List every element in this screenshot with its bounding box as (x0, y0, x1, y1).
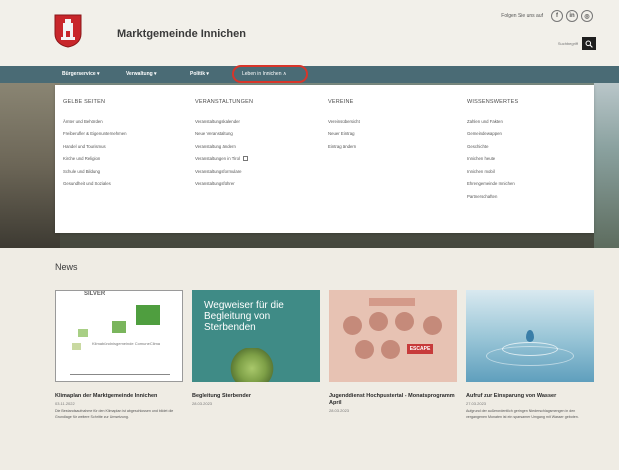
mega-menu-dropdown: GELBE SEITEN Ämter und Behörden Freiberu… (55, 85, 594, 233)
news-card-image[interactable]: SILVER Klimabündnisgemeinde ComuneClima (55, 290, 183, 382)
news-card-excerpt: Aufgrund der außerordentlich geringen Ni… (466, 409, 579, 419)
hero-image-right-edge (594, 83, 619, 248)
green-square-decoration (136, 305, 160, 325)
program-circle (355, 340, 374, 359)
news-card-date: 28.03.2023 (192, 401, 213, 406)
menu-item[interactable]: Ämter und Behörden (63, 115, 127, 128)
menu-item[interactable]: Veranstaltungskalender (195, 115, 253, 128)
municipality-crest-logo[interactable] (54, 14, 82, 48)
nav-highlight-circle (232, 65, 308, 83)
menu-column-gelbe-seiten: GELBE SEITEN Ämter und Behörden Freiberu… (63, 99, 127, 190)
facebook-icon[interactable]: f (551, 10, 563, 22)
news-card-title[interactable]: Jugenddienst Hochpustertal - Monatsprogr… (329, 393, 457, 407)
silver-badge-text: SILVER (82, 291, 108, 297)
program-circle (395, 312, 414, 331)
nav-item-politik[interactable]: Politik ▾ (190, 71, 209, 77)
main-navigation: Bürgerservice ▾ Verwaltung ▾ Politik ▾ L… (0, 66, 619, 83)
news-card-title[interactable]: Begleitung Sterbender (192, 393, 320, 400)
search-button[interactable] (582, 37, 596, 50)
search-input[interactable] (532, 38, 578, 49)
water-ripple (502, 342, 558, 356)
skyline-drawing (70, 361, 170, 375)
social-follow: Folgen Sie uns auf f in ◎ (501, 10, 593, 22)
external-link-icon (242, 156, 248, 162)
menu-item[interactable]: Gesundheit und Soziales (63, 178, 127, 191)
nav-item-verwaltung[interactable]: Verwaltung ▾ (126, 71, 157, 77)
site-header: Marktgemeinde Innichen Folgen Sie uns au… (0, 0, 619, 66)
menu-item[interactable]: Gemeindewappen (467, 128, 518, 141)
linkedin-icon[interactable]: in (566, 10, 578, 22)
menu-item-label: Veranstaltungen in Tirol (195, 156, 240, 162)
menu-item-tirol[interactable]: Veranstaltungen in Tirol (195, 153, 253, 166)
news-card-title[interactable]: Aufruf zur Einsparung von Wasser (466, 393, 594, 400)
green-square-decoration (78, 329, 88, 337)
menu-item[interactable]: Innichen mobil (467, 165, 518, 178)
water-drop (526, 330, 534, 342)
program-circle (423, 316, 442, 335)
site-title[interactable]: Marktgemeinde Innichen (117, 28, 246, 40)
news-card-title[interactable]: Klimaplan der Marktgemeinde Innichen (55, 393, 183, 400)
program-header-block (369, 298, 415, 306)
search-bar (532, 37, 596, 50)
menu-column-heading[interactable]: VERANSTALTUNGEN (195, 99, 253, 105)
menu-column-vereine: VEREINE Vereinsübersicht Neuer Eintrag E… (328, 99, 360, 153)
menu-item[interactable]: Schule und Bildung (63, 165, 127, 178)
menu-column-heading[interactable]: VEREINE (328, 99, 360, 105)
news-card-jugenddienst[interactable]: ESCAPE Jugenddienst Hochpustertal - Mona… (329, 290, 457, 413)
program-circle (369, 312, 388, 331)
menu-column-heading[interactable]: GELBE SEITEN (63, 99, 127, 105)
green-square-decoration (72, 343, 81, 350)
menu-item[interactable]: Zahlen und Fakten (467, 115, 518, 128)
menu-item[interactable]: Eintrag ändern (328, 140, 360, 153)
news-card-klimaplan[interactable]: SILVER Klimabündnisgemeinde ComuneClima … (55, 290, 183, 420)
menu-column-veranstaltungen: VERANSTALTUNGEN Veranstaltungskalender N… (195, 99, 253, 190)
menu-column-heading[interactable]: WISSENSWERTES (467, 99, 518, 105)
plant-illustration (230, 348, 274, 382)
news-card-date: 28.03.2023 (329, 408, 350, 413)
news-card-image[interactable] (466, 290, 594, 382)
news-card-date: 03.11.2022 (55, 401, 75, 406)
nav-item-buergerservice[interactable]: Bürgerservice ▾ (62, 71, 100, 77)
program-circle (381, 340, 400, 359)
menu-item[interactable]: Veranstaltung ändern (195, 140, 253, 153)
menu-column-wissenswertes: WISSENSWERTES Zahlen und Fakten Gemeinde… (467, 99, 518, 203)
menu-item[interactable]: Veranstaltungsführer (195, 178, 253, 191)
menu-item[interactable]: Freiberufler & Eigenunternehmen (63, 128, 127, 141)
menu-item[interactable]: Neue Veranstaltung (195, 128, 253, 141)
news-card-wasser[interactable]: Aufruf zur Einsparung von Wasser 27.03.2… (466, 290, 594, 420)
news-card-excerpt: Die Bestandsaufnahme für den Klimaplan i… (55, 409, 174, 419)
menu-item[interactable]: Neuer Eintrag (328, 128, 360, 141)
menu-item[interactable]: Innichen heute (467, 153, 518, 166)
news-section-title: News (55, 262, 78, 272)
news-card-image[interactable]: ESCAPE (329, 290, 457, 382)
instagram-icon[interactable]: ◎ (581, 10, 593, 22)
follow-label: Folgen Sie uns auf (501, 13, 543, 19)
green-square-decoration (112, 321, 126, 333)
hero-image-left-edge (0, 83, 60, 248)
comuneclima-label: Klimabündnisgemeinde ComuneClima (92, 341, 161, 346)
menu-item[interactable]: Vereinsübersicht (328, 115, 360, 128)
menu-item[interactable]: Kirche und Religion (63, 153, 127, 166)
menu-item[interactable]: Ehrengemeinde Innichen (467, 178, 518, 191)
news-card-date: 27.03.2023 (466, 401, 487, 406)
menu-item[interactable]: Veranstaltungsformulare (195, 165, 253, 178)
news-card-image[interactable]: Wegweiser für die Begleitung von Sterben… (192, 290, 320, 382)
program-circle (343, 316, 362, 335)
menu-item[interactable]: Geschichte (467, 140, 518, 153)
search-icon (585, 40, 593, 48)
menu-item[interactable]: Partnerschaften (467, 190, 518, 203)
menu-item[interactable]: Handel und Tourismus (63, 140, 127, 153)
escape-label: ESCAPE (407, 344, 433, 354)
news-card-begleitung[interactable]: Wegweiser für die Begleitung von Sterben… (192, 290, 320, 406)
image-caption: Wegweiser für die Begleitung von Sterben… (204, 300, 284, 333)
